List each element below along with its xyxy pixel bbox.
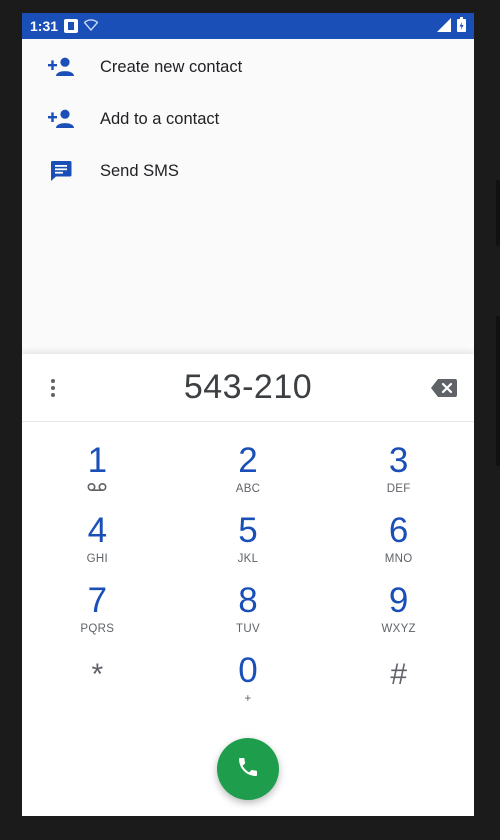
key-4[interactable]: 4 GHI (22, 510, 173, 580)
key-2[interactable]: 2 ABC (173, 440, 324, 510)
key-9[interactable]: 9 WXYZ (323, 580, 474, 650)
add-to-contact-item[interactable]: Add to a contact (22, 93, 474, 145)
key-5[interactable]: 5 JKL (173, 510, 324, 580)
key-letters: GHI (86, 553, 108, 565)
key-7[interactable]: 7 PQRS (22, 580, 173, 650)
key-digit: 9 (388, 581, 409, 620)
key-digit: * (91, 658, 104, 691)
status-time: 1:31 (30, 18, 59, 34)
key-letters: PQRS (80, 623, 115, 635)
key-digit: # (390, 658, 407, 691)
key-star[interactable]: * (22, 650, 173, 720)
suggestion-list: Create new contact Add to a contact Send… (22, 39, 474, 197)
dialpad: 543-210 1 2 ABC 3 DEF 4 GHI 5 JKL 6 MNO … (22, 354, 474, 816)
person-add-icon (22, 57, 100, 77)
key-digit: 0 (238, 651, 258, 690)
dialed-digits[interactable]: 543-210 (22, 368, 474, 407)
key-letters: MNO (384, 553, 413, 565)
key-hash[interactable]: # (323, 650, 474, 720)
more-options-icon[interactable] (44, 376, 62, 400)
key-letters: JKL (237, 553, 259, 565)
phone-screen: 1:31 Create new contact Add to a contact… (22, 13, 474, 816)
status-bar: 1:31 (22, 13, 474, 39)
key-digit: 7 (87, 581, 108, 620)
call-button[interactable] (217, 738, 279, 800)
create-new-contact-item[interactable]: Create new contact (22, 41, 474, 93)
wifi-icon (83, 18, 99, 34)
key-letters: WXYZ (381, 623, 416, 635)
key-digit: 1 (87, 441, 108, 480)
suggestion-label: Add to a contact (100, 109, 220, 128)
send-sms-item[interactable]: Send SMS (22, 145, 474, 197)
key-3[interactable]: 3 DEF (323, 440, 474, 510)
battery-icon (457, 17, 466, 35)
key-1[interactable]: 1 (22, 440, 173, 510)
key-digit: 5 (238, 511, 258, 550)
key-letters: DEF (386, 483, 411, 495)
message-icon (22, 160, 100, 182)
person-add-icon (22, 109, 100, 129)
key-6[interactable]: 6 MNO (323, 510, 474, 580)
suggestion-label: Send SMS (100, 161, 179, 180)
key-digit: 4 (87, 511, 108, 550)
key-digit: 3 (388, 441, 409, 480)
key-letters: ABC (235, 483, 261, 495)
key-letters: + (244, 693, 252, 705)
keypad: 1 2 ABC 3 DEF 4 GHI 5 JKL 6 MNO 7 PQRS 8… (22, 440, 474, 720)
key-8[interactable]: 8 TUV (173, 580, 324, 650)
signal-icon (437, 17, 451, 35)
key-digit: 8 (238, 581, 258, 620)
key-letters: TUV (236, 623, 260, 635)
suggestion-label: Create new contact (100, 57, 243, 76)
backspace-icon[interactable] (430, 377, 458, 399)
power-button[interactable] (496, 180, 500, 246)
status-right (437, 17, 466, 35)
phone-icon (236, 755, 260, 784)
key-digit: 6 (388, 511, 409, 550)
key-0[interactable]: 0 + (173, 650, 324, 720)
volume-button[interactable] (496, 316, 500, 466)
voicemail-icon (87, 482, 107, 496)
sim-icon (64, 19, 79, 33)
key-digit: 2 (238, 441, 258, 480)
digits-row: 543-210 (22, 354, 474, 422)
